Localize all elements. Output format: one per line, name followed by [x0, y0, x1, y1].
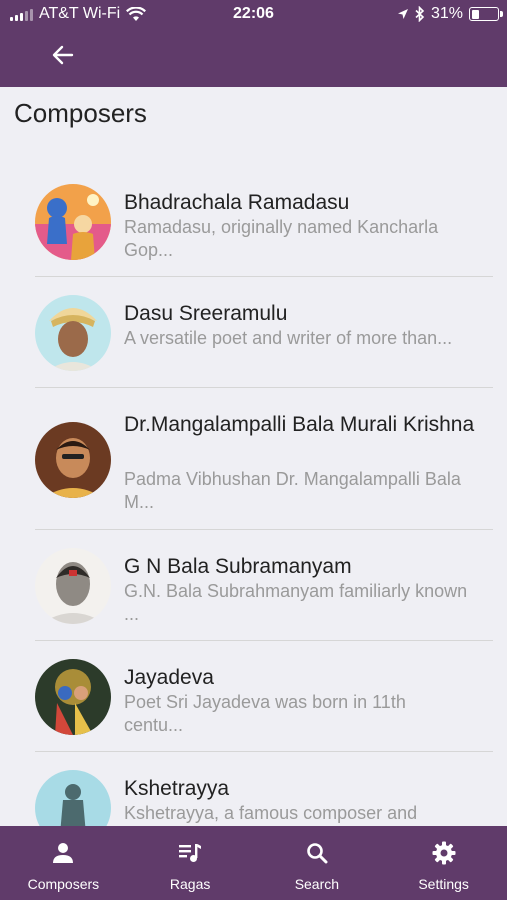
- composer-name: Jayadeva: [124, 666, 214, 689]
- avatar: [35, 548, 111, 624]
- person-icon: [53, 843, 74, 863]
- avatar: [35, 659, 111, 735]
- list-item[interactable]: Bhadrachala Ramadasu Ramadasu, originall…: [35, 166, 493, 277]
- search-icon: [307, 843, 328, 864]
- list-item[interactable]: G N Bala Subramanyam G.N. Bala Subrahman…: [35, 530, 493, 641]
- list-item[interactable]: Jayadeva Poet Sri Jayadeva was born in 1…: [35, 641, 493, 752]
- composer-description: A versatile poet and writer of more than…: [124, 328, 453, 348]
- top-bar: AT&T Wi-Fi 22:06 31%: [0, 0, 507, 87]
- avatar: [35, 184, 111, 260]
- tab-bar: Composers Ragas Search Settings: [0, 826, 507, 900]
- composer-name: G N Bala Subramanyam: [124, 555, 352, 578]
- avatar: [35, 295, 111, 371]
- composer-description: Kshetrayya, a famous composer and: [124, 803, 418, 823]
- tab-label: Ragas: [169, 876, 211, 892]
- tab-label: Composers: [27, 876, 100, 892]
- list-item[interactable]: Dasu Sreeramulu A versatile poet and wri…: [35, 277, 493, 388]
- bluetooth-icon: [415, 6, 425, 22]
- composer-list: Bhadrachala Ramadasu Ramadasu, originall…: [35, 166, 493, 863]
- tab-label: Search: [294, 876, 340, 892]
- tab-search[interactable]: Search: [254, 826, 381, 900]
- composer-name: Dr.Mangalampalli Bala Murali Krishna: [124, 413, 475, 436]
- composer-description: G.N. Bala Subrahmanyam familiarly known …: [124, 581, 468, 624]
- location-icon: [397, 8, 408, 19]
- battery-percent: 31%: [430, 5, 463, 22]
- tab-settings[interactable]: Settings: [380, 826, 507, 900]
- arrow-left-icon: [52, 45, 74, 65]
- tab-label: Settings: [418, 876, 469, 892]
- composer-description: Padma Vibhushan Dr. Mangalampalli Bala M…: [124, 469, 461, 512]
- back-button[interactable]: [48, 40, 78, 70]
- app-screen: AT&T Wi-Fi 22:06 31% Composers Bhadracha…: [0, 0, 507, 900]
- battery-fill: [471, 9, 479, 19]
- status-right: 31%: [397, 5, 503, 23]
- page-title: Composers: [14, 98, 147, 128]
- composer-name: Kshetrayya: [124, 777, 230, 800]
- music-list-icon: [179, 844, 202, 862]
- composer-description: Poet Sri Jayadeva was born in 11th centu…: [124, 692, 406, 735]
- composer-description: Ramadasu, originally named Kancharla Gop…: [124, 217, 439, 260]
- gear-icon: [432, 841, 456, 865]
- tab-composers[interactable]: Composers: [0, 826, 127, 900]
- composer-name: Bhadrachala Ramadasu: [124, 191, 350, 214]
- status-bar: AT&T Wi-Fi 22:06 31%: [0, 0, 507, 30]
- battery-icon: [469, 7, 503, 21]
- avatar: [35, 422, 111, 498]
- tab-ragas[interactable]: Ragas: [127, 826, 254, 900]
- composer-name: Dasu Sreeramulu: [124, 302, 288, 325]
- list-item[interactable]: Dr.Mangalampalli Bala Murali Krishna Pad…: [35, 388, 493, 530]
